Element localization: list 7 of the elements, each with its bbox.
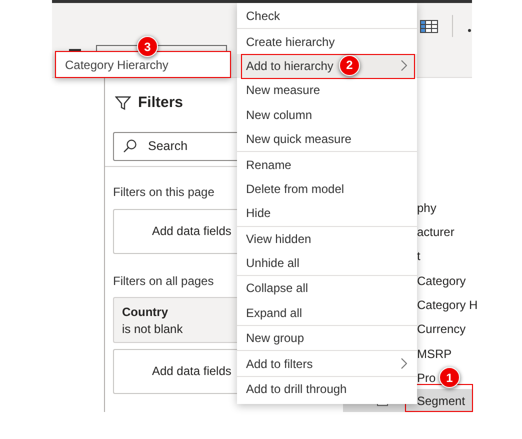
section-heading: Filters on this page <box>113 184 216 199</box>
filters-title: Filters <box>138 94 184 112</box>
tooltip: Category Hierarchy <box>55 51 231 78</box>
section-heading: Filters on all pages <box>113 274 215 288</box>
filter-field: Country <box>122 304 237 319</box>
step-badge: 1 <box>439 367 460 388</box>
filter-condition: is not blank <box>122 322 184 336</box>
